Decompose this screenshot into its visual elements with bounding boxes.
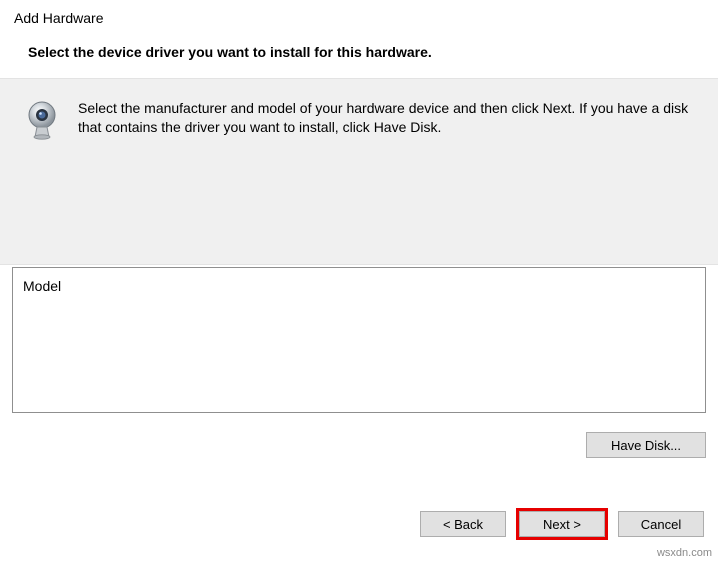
next-button-highlight: Next > <box>516 508 608 540</box>
have-disk-button[interactable]: Have Disk... <box>586 432 706 458</box>
window-title: Add Hardware <box>14 10 704 26</box>
cancel-button[interactable]: Cancel <box>618 511 704 537</box>
instruction-text: Select the manufacturer and model of you… <box>78 99 694 144</box>
next-button[interactable]: Next > <box>519 511 605 537</box>
model-column-header: Model <box>23 278 695 294</box>
watermark-text: wsxdn.com <box>657 547 712 559</box>
back-button[interactable]: < Back <box>420 511 506 537</box>
model-list-panel[interactable]: Model <box>12 267 706 413</box>
webcam-icon <box>24 99 60 144</box>
wizard-button-bar: < Back Next > Cancel <box>420 508 704 540</box>
info-band: Select the manufacturer and model of you… <box>0 78 718 265</box>
separator <box>0 487 718 488</box>
page-subtitle: Select the device driver you want to ins… <box>0 30 718 78</box>
